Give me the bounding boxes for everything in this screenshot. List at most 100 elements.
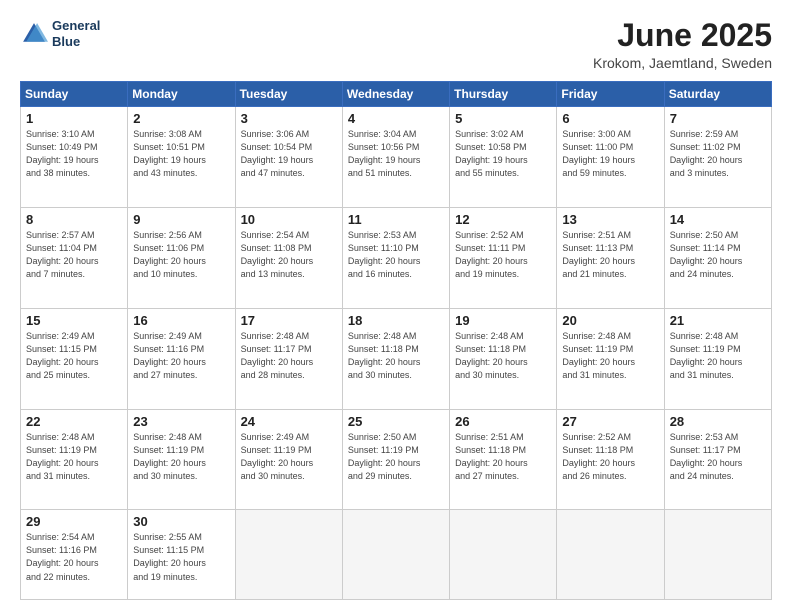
day-number: 26 [455, 414, 551, 429]
day-number: 2 [133, 111, 229, 126]
day-number: 17 [241, 313, 337, 328]
day-detail: Sunrise: 3:04 AMSunset: 10:56 PMDaylight… [348, 128, 444, 180]
day-number: 10 [241, 212, 337, 227]
day-number: 8 [26, 212, 122, 227]
col-sunday: Sunday [21, 82, 128, 107]
day-number: 4 [348, 111, 444, 126]
day-detail: Sunrise: 3:10 AMSunset: 10:49 PMDaylight… [26, 128, 122, 180]
day-number: 3 [241, 111, 337, 126]
table-row: 19 Sunrise: 2:48 AMSunset: 11:18 PMDaylig… [450, 308, 557, 409]
table-row: 28Sunrise: 2:53 AMSunset: 11:17 PMDaylig… [664, 409, 771, 510]
day-detail: Sunrise: 2:54 AMSunset: 11:08 PMDaylight… [241, 229, 337, 281]
table-row [450, 510, 557, 600]
table-row: 11Sunrise: 2:53 AMSunset: 11:10 PMDaylig… [342, 207, 449, 308]
day-detail: Sunrise: 2:52 AMSunset: 11:11 PMDaylight… [455, 229, 551, 281]
calendar-table: Sunday Monday Tuesday Wednesday Thursday… [20, 81, 772, 600]
header: General Blue June 2025 Krokom, Jaemtland… [20, 18, 772, 71]
day-detail: Sunrise: 2:48 AMSunset: 11:18 PMDaylight… [348, 330, 444, 382]
day-detail: Sunrise: 3:02 AMSunset: 10:58 PMDaylight… [455, 128, 551, 180]
day-detail: Sunrise: 2:48 AMSunset: 11:19 PMDaylight… [562, 330, 658, 382]
table-row: 24 Sunrise: 2:49 AMSunset: 11:19 PMDaylig… [235, 409, 342, 510]
day-detail: Sunrise: 2:49 AMSunset: 11:19 PMDaylight… [241, 431, 337, 483]
col-tuesday: Tuesday [235, 82, 342, 107]
table-row: 13Sunrise: 2:51 AMSunset: 11:13 PMDaylig… [557, 207, 664, 308]
day-number: 21 [670, 313, 766, 328]
logo-icon [20, 20, 48, 48]
day-number: 20 [562, 313, 658, 328]
col-friday: Friday [557, 82, 664, 107]
day-number: 6 [562, 111, 658, 126]
title-block: June 2025 Krokom, Jaemtland, Sweden [593, 18, 772, 71]
col-monday: Monday [128, 82, 235, 107]
table-row: 6 Sunrise: 3:00 AMSunset: 11:00 PMDayligh… [557, 107, 664, 208]
day-number: 28 [670, 414, 766, 429]
month-title: June 2025 [593, 18, 772, 53]
table-row: 5 Sunrise: 3:02 AMSunset: 10:58 PMDayligh… [450, 107, 557, 208]
table-row: 3 Sunrise: 3:06 AMSunset: 10:54 PMDayligh… [235, 107, 342, 208]
day-number: 9 [133, 212, 229, 227]
table-row: 30 Sunrise: 2:55 AMSunset: 11:15 PMDaylig… [128, 510, 235, 600]
logo-text: General Blue [52, 18, 100, 49]
day-detail: Sunrise: 2:48 AMSunset: 11:18 PMDaylight… [455, 330, 551, 382]
day-detail: Sunrise: 2:52 AMSunset: 11:18 PMDaylight… [562, 431, 658, 483]
day-detail: Sunrise: 2:56 AMSunset: 11:06 PMDaylight… [133, 229, 229, 281]
table-row: 18Sunrise: 2:48 AMSunset: 11:18 PMDaylig… [342, 308, 449, 409]
day-number: 27 [562, 414, 658, 429]
day-number: 12 [455, 212, 551, 227]
day-number: 23 [133, 414, 229, 429]
table-row: 20 Sunrise: 2:48 AMSunset: 11:19 PMDaylig… [557, 308, 664, 409]
table-row: 2 Sunrise: 3:08 AMSunset: 10:51 PMDayligh… [128, 107, 235, 208]
day-number: 15 [26, 313, 122, 328]
day-detail: Sunrise: 2:57 AMSunset: 11:04 PMDaylight… [26, 229, 122, 281]
table-row [664, 510, 771, 600]
day-number: 5 [455, 111, 551, 126]
day-detail: Sunrise: 2:54 AMSunset: 11:16 PMDaylight… [26, 531, 122, 583]
table-row: 14 Sunrise: 2:50 AMSunset: 11:14 PMDaylig… [664, 207, 771, 308]
day-detail: Sunrise: 2:51 AMSunset: 11:18 PMDaylight… [455, 431, 551, 483]
col-saturday: Saturday [664, 82, 771, 107]
table-row: 7Sunrise: 2:59 AMSunset: 11:02 PMDayligh… [664, 107, 771, 208]
location: Krokom, Jaemtland, Sweden [593, 55, 772, 71]
day-detail: Sunrise: 2:55 AMSunset: 11:15 PMDaylight… [133, 531, 229, 583]
table-row: 9 Sunrise: 2:56 AMSunset: 11:06 PMDayligh… [128, 207, 235, 308]
day-detail: Sunrise: 2:48 AMSunset: 11:19 PMDaylight… [26, 431, 122, 483]
day-detail: Sunrise: 3:06 AMSunset: 10:54 PMDaylight… [241, 128, 337, 180]
table-row [342, 510, 449, 600]
logo: General Blue [20, 18, 100, 49]
table-row: 29 Sunrise: 2:54 AMSunset: 11:16 PMDaylig… [21, 510, 128, 600]
day-number: 29 [26, 514, 122, 529]
day-number: 30 [133, 514, 229, 529]
day-number: 19 [455, 313, 551, 328]
day-detail: Sunrise: 3:00 AMSunset: 11:00 PMDaylight… [562, 128, 658, 180]
table-row: 21Sunrise: 2:48 AMSunset: 11:19 PMDaylig… [664, 308, 771, 409]
day-detail: Sunrise: 2:59 AMSunset: 11:02 PMDaylight… [670, 128, 766, 180]
day-number: 14 [670, 212, 766, 227]
table-row [557, 510, 664, 600]
page: General Blue June 2025 Krokom, Jaemtland… [0, 0, 792, 612]
table-row: 4 Sunrise: 3:04 AMSunset: 10:56 PMDayligh… [342, 107, 449, 208]
table-row [235, 510, 342, 600]
calendar-header-row: Sunday Monday Tuesday Wednesday Thursday… [21, 82, 772, 107]
day-number: 24 [241, 414, 337, 429]
day-detail: Sunrise: 2:48 AMSunset: 11:17 PMDaylight… [241, 330, 337, 382]
day-number: 11 [348, 212, 444, 227]
table-row: 22Sunrise: 2:48 AMSunset: 11:19 PMDaylig… [21, 409, 128, 510]
day-detail: Sunrise: 2:50 AMSunset: 11:19 PMDaylight… [348, 431, 444, 483]
table-row: 26 Sunrise: 2:51 AMSunset: 11:18 PMDaylig… [450, 409, 557, 510]
day-number: 1 [26, 111, 122, 126]
day-detail: Sunrise: 2:50 AMSunset: 11:14 PMDaylight… [670, 229, 766, 281]
day-detail: Sunrise: 2:51 AMSunset: 11:13 PMDaylight… [562, 229, 658, 281]
day-detail: Sunrise: 3:08 AMSunset: 10:51 PMDaylight… [133, 128, 229, 180]
table-row: 15 Sunrise: 2:49 AMSunset: 11:15 PMDaylig… [21, 308, 128, 409]
table-row: 12 Sunrise: 2:52 AMSunset: 11:11 PMDaylig… [450, 207, 557, 308]
table-row: 23 Sunrise: 2:48 AMSunset: 11:19 PMDaylig… [128, 409, 235, 510]
day-detail: Sunrise: 2:48 AMSunset: 11:19 PMDaylight… [133, 431, 229, 483]
table-row: 8 Sunrise: 2:57 AMSunset: 11:04 PMDayligh… [21, 207, 128, 308]
day-detail: Sunrise: 2:49 AMSunset: 11:15 PMDaylight… [26, 330, 122, 382]
table-row: 1 Sunrise: 3:10 AMSunset: 10:49 PMDayligh… [21, 107, 128, 208]
col-wednesday: Wednesday [342, 82, 449, 107]
day-detail: Sunrise: 2:49 AMSunset: 11:16 PMDaylight… [133, 330, 229, 382]
table-row: 27 Sunrise: 2:52 AMSunset: 11:18 PMDaylig… [557, 409, 664, 510]
col-thursday: Thursday [450, 82, 557, 107]
table-row: 10 Sunrise: 2:54 AMSunset: 11:08 PMDaylig… [235, 207, 342, 308]
